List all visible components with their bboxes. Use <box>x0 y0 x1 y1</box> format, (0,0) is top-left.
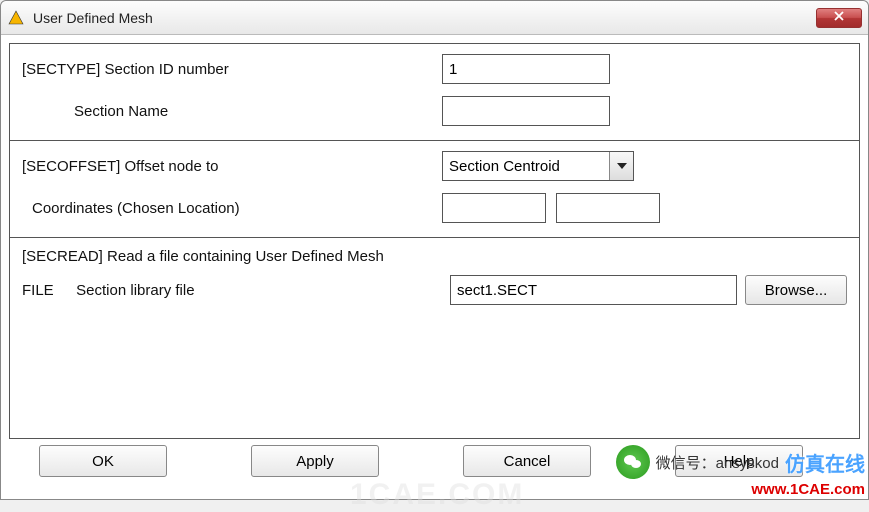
content-area: [SECTYPE] Section ID number Section Name… <box>1 35 868 499</box>
browse-button[interactable]: Browse... <box>745 275 847 305</box>
apply-button[interactable]: Apply <box>251 445 379 477</box>
window-title: User Defined Mesh <box>33 10 153 26</box>
sectype-section: [SECTYPE] Section ID number Section Name <box>10 44 859 141</box>
section-library-file-input[interactable] <box>450 275 737 305</box>
section-name-label: Section Name <box>22 103 442 120</box>
coord-label: Coordinates (Chosen Location) <box>22 200 442 217</box>
file-label: Section library file <box>76 282 194 299</box>
chevron-down-icon <box>609 152 633 180</box>
sectype-label: [SECTYPE] Section ID number <box>22 61 442 78</box>
secoffset-section: [SECOFFSET] Offset node to Section Centr… <box>10 141 859 238</box>
close-icon <box>833 10 845 25</box>
offset-select[interactable]: Section Centroid <box>442 151 634 181</box>
help-button[interactable]: Help <box>675 445 803 477</box>
secread-section: [SECREAD] Read a file containing User De… <box>10 238 859 438</box>
cancel-button[interactable]: Cancel <box>463 445 591 477</box>
offset-label: [SECOFFSET] Offset node to <box>22 158 442 175</box>
button-row: OK Apply Cancel Help <box>9 439 860 491</box>
secread-header: [SECREAD] Read a file containing User De… <box>22 248 847 265</box>
coord-x-input[interactable] <box>442 193 546 223</box>
section-name-input[interactable] <box>442 96 610 126</box>
coord-y-input[interactable] <box>556 193 660 223</box>
section-id-input[interactable] <box>442 54 610 84</box>
app-icon <box>7 9 25 27</box>
close-button[interactable] <box>816 8 862 28</box>
file-key: FILE <box>22 282 72 299</box>
dialog-window: User Defined Mesh [SECTYPE] Section ID n… <box>0 0 869 500</box>
main-frame: [SECTYPE] Section ID number Section Name… <box>9 43 860 439</box>
ok-button[interactable]: OK <box>39 445 167 477</box>
titlebar: User Defined Mesh <box>1 1 868 35</box>
offset-select-value: Section Centroid <box>443 158 609 175</box>
